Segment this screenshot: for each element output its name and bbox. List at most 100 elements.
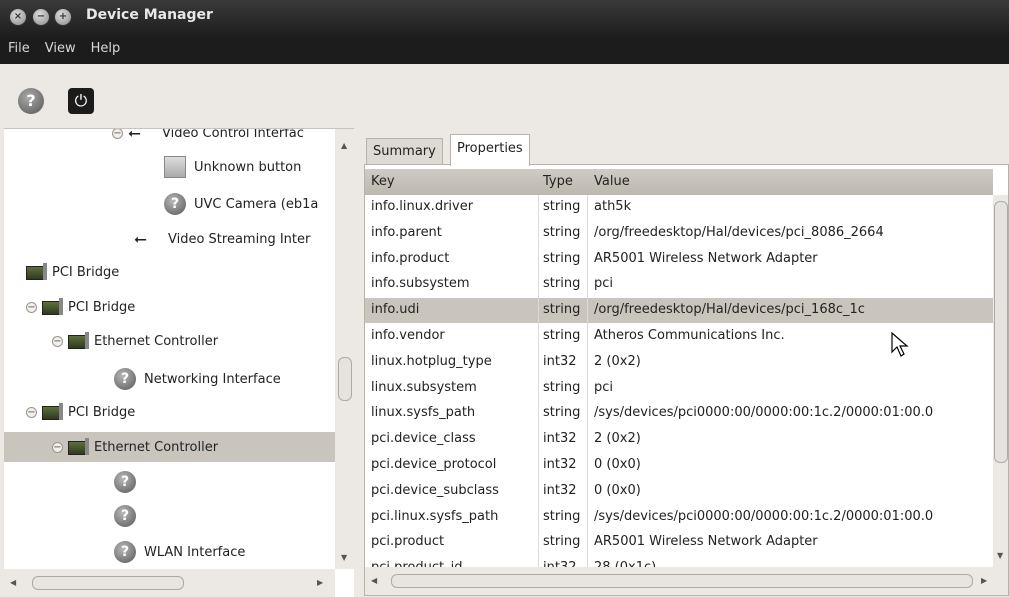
tree-item-label: WLAN Interface <box>144 544 246 560</box>
mouse-pointer-icon <box>891 332 909 357</box>
table-row[interactable]: pci.device_class int32 2 (0x2) <box>365 427 993 452</box>
cell-key: info.product <box>371 250 450 266</box>
menu-view[interactable]: View <box>37 38 83 56</box>
column-divider <box>587 195 588 595</box>
device-tree[interactable]: − ⭠ Video Control Interfac Unknown button? U… <box>4 128 354 597</box>
scroll-down-arrow-icon[interactable]: ▼ <box>341 553 347 562</box>
scroll-left-arrow-icon[interactable]: ◀ <box>10 578 16 587</box>
cell-value: 0 (0x0) <box>594 457 641 472</box>
collapse-toggle-icon[interactable]: − <box>52 441 63 453</box>
tree-item[interactable]: ? <box>114 501 144 531</box>
tree-item[interactable]: − PCI Bridge <box>26 292 135 322</box>
tree-item[interactable]: − ⭠ Video Control Interfac <box>112 129 304 148</box>
table-row[interactable]: pci.product string AR5001 Wireless Network… <box>365 530 993 555</box>
column-header-type[interactable]: Type <box>543 174 573 189</box>
cell-type: int32 <box>543 482 577 498</box>
column-header-value[interactable]: Value <box>594 174 630 189</box>
help-icon: ? <box>114 505 136 527</box>
cell-value: /sys/devices/pci0000:00/0000:00:1c.2/000… <box>594 508 934 524</box>
table-hscroll-thumb[interactable] <box>391 574 973 588</box>
tree-item-label: Video Streaming Inter <box>168 231 311 247</box>
power-icon: ⏻ <box>74 91 88 110</box>
cell-type: string <box>543 276 581 292</box>
cell-type: string <box>543 534 581 550</box>
cell-type: int32 <box>543 457 577 472</box>
pci-card-icon <box>26 263 48 281</box>
column-divider <box>538 195 539 595</box>
maximize-window-icon[interactable]: + <box>55 9 71 25</box>
table-row[interactable]: pci.device_protocol int32 0 (0x0) <box>365 453 993 478</box>
cell-key: pci.linux.sysfs_path <box>371 508 499 524</box>
tree-item[interactable]: Unknown button <box>164 152 301 182</box>
menu-bar: File View Help <box>0 38 1009 64</box>
tree-item-label: PCI Bridge <box>68 299 136 315</box>
table-row[interactable]: info.subsystem string pci <box>365 272 993 297</box>
cell-key: pci.device_subclass <box>371 482 499 498</box>
tree-item[interactable]: ? Networking Interface <box>114 364 281 394</box>
title-bar: × − + Device Manager <box>0 0 1009 38</box>
table-horizontal-scrollbar[interactable]: ◀ ▶ <box>365 567 1008 595</box>
table-row[interactable]: info.product string AR5001 Wireless Networ… <box>365 247 993 272</box>
tree-item[interactable]: ⭠ Video Streaming Inter <box>134 224 310 254</box>
cell-type: string <box>543 224 581 240</box>
tree-item-label: UVC Camera (eb1a <box>194 196 319 212</box>
column-header-key[interactable]: Key <box>371 174 395 189</box>
table-row[interactable]: info.parent string/org/freedesktop/Hal/de… <box>365 221 993 246</box>
table-vertical-scrollbar[interactable]: ▼ <box>993 195 1008 567</box>
pci-card-icon <box>42 403 64 421</box>
cell-key: linux.subsystem <box>371 379 477 395</box>
tree-horizontal-scrollbar[interactable]: ◀ ▶ <box>4 569 335 597</box>
help-button[interactable]: ? <box>18 88 44 114</box>
scroll-down-arrow-icon[interactable]: ▼ <box>997 551 1003 560</box>
cell-key: info.vendor <box>371 328 445 343</box>
tree-item[interactable]: ? UVC Camera (eb1a <box>164 189 318 219</box>
cell-value: Atheros Communications Inc. <box>594 328 785 343</box>
usb-icon: ⭠ <box>134 229 147 248</box>
collapse-toggle-icon[interactable]: − <box>112 129 123 139</box>
scroll-left-arrow-icon[interactable]: ◀ <box>371 576 377 585</box>
tree-item[interactable]: − Ethernet Controller <box>4 432 354 462</box>
tree-item[interactable]: − Ethernet Controller <box>52 326 218 356</box>
table-row[interactable]: info.udi string/org/freedesktop/Hal/devic… <box>365 298 993 324</box>
cell-key: info.udi <box>371 302 420 318</box>
power-button[interactable]: ⏻ <box>68 88 94 114</box>
cell-key: pci.product <box>371 534 445 550</box>
table-row[interactable]: linux.subsystem string pci <box>365 376 993 401</box>
scroll-up-arrow-icon[interactable]: ▲ <box>341 141 347 150</box>
table-row[interactable]: linux.sysfs_path string/sys/devices/pci00… <box>365 401 993 426</box>
cell-key: linux.sysfs_path <box>371 405 476 421</box>
tab-summary[interactable]: Summary <box>366 138 443 165</box>
tree-vertical-scrollbar[interactable]: ▲ ▼ <box>335 129 354 569</box>
menu-help[interactable]: Help <box>83 38 128 56</box>
table-row[interactable]: pci.linux.sysfs_path string/sys/devices/p… <box>365 505 993 530</box>
tree-item[interactable]: ? <box>114 467 144 497</box>
scroll-right-arrow-icon[interactable]: ▶ <box>981 576 987 585</box>
cell-key: pci.device_protocol <box>371 457 497 472</box>
cell-value: pci <box>594 379 614 395</box>
scroll-right-arrow-icon[interactable]: ▶ <box>317 578 323 587</box>
cell-value: ath5k <box>594 199 632 214</box>
close-window-icon[interactable]: × <box>10 9 26 25</box>
cell-value: /org/freedesktop/Hal/devices/pci_8086_26… <box>594 224 884 240</box>
help-icon: ? <box>114 541 136 563</box>
cell-type: int32 <box>543 353 577 369</box>
cell-type: string <box>543 405 581 421</box>
pci-card-icon <box>68 438 90 456</box>
table-row[interactable]: pci.device_subclass int32 0 (0x0) <box>365 479 993 504</box>
tree-item[interactable]: PCI Bridge <box>26 257 119 287</box>
pci-card-icon <box>42 298 64 316</box>
table-row[interactable]: info.linux.driver string ath5k <box>365 195 993 220</box>
cell-type: string <box>543 302 581 318</box>
minimize-window-icon[interactable]: − <box>33 9 49 25</box>
menu-file[interactable]: File <box>0 38 37 56</box>
collapse-toggle-icon[interactable]: − <box>26 406 37 418</box>
tree-item[interactable]: ? WLAN Interface <box>114 537 245 567</box>
tab-properties[interactable]: Properties <box>450 134 530 166</box>
collapse-toggle-icon[interactable]: − <box>52 335 63 347</box>
tree-scroll-thumb[interactable] <box>338 357 352 401</box>
tree-hscroll-thumb[interactable] <box>32 576 184 590</box>
collapse-toggle-icon[interactable]: − <box>26 301 37 313</box>
tree-item[interactable]: − PCI Bridge <box>26 397 135 427</box>
help-icon: ? <box>114 368 136 390</box>
table-scroll-thumb[interactable] <box>994 201 1008 463</box>
